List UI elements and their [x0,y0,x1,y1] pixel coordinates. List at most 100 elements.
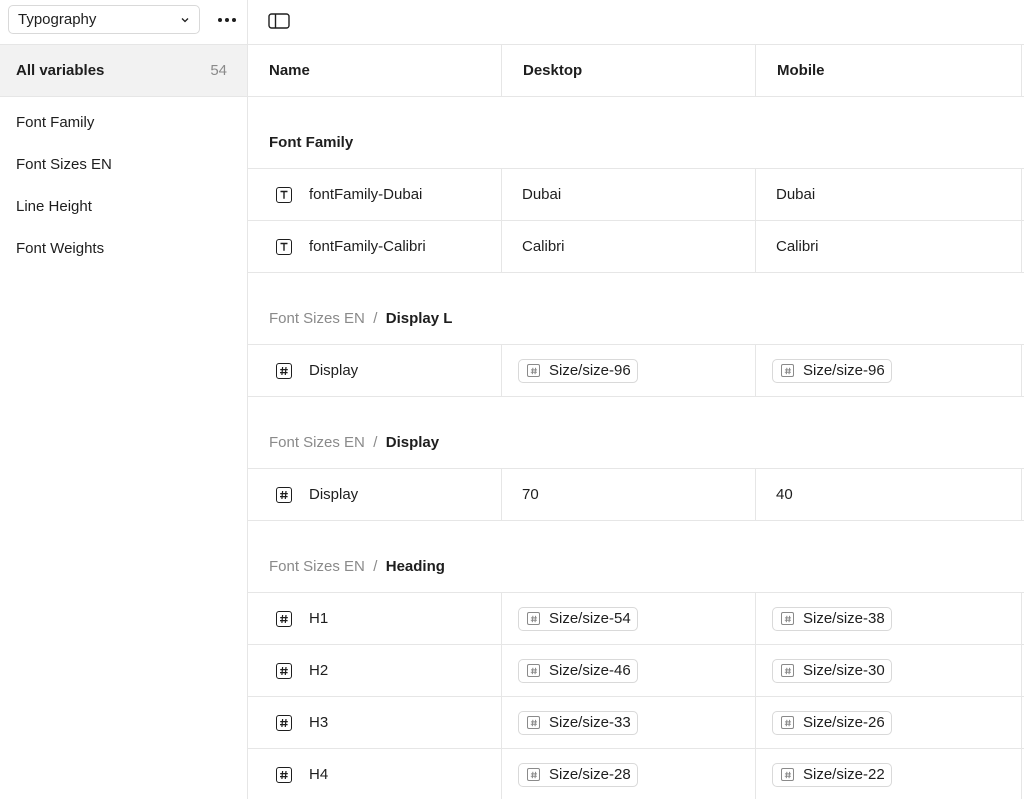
table-row[interactable]: Display 70 40 [248,469,1024,521]
table-row[interactable]: H1 Size/size-54 Size/size-38 [248,593,1024,645]
group-path-separator: / [369,310,382,327]
variables-table-area: Name Desktop Mobile Font Family fontFami… [248,0,1024,799]
all-variables-count: 54 [210,62,227,79]
more-horizontal-icon [218,18,222,22]
alias-label: Size/size-96 [549,362,631,379]
group-header-display-l: Font Sizes EN / Display L [248,273,1024,345]
more-dot [232,18,236,22]
alias-pill[interactable]: Size/size-46 [518,658,638,683]
alias-label: Size/size-46 [549,662,631,679]
alias-label: Size/size-22 [803,766,885,783]
mobile-value-cell[interactable]: Dubai [756,169,1022,220]
toolbar [248,0,1024,45]
mobile-value: Calibri [776,238,819,255]
desktop-value-cell[interactable]: Dubai [502,169,756,220]
mobile-value-cell[interactable]: Size/size-96 [756,345,1022,396]
desktop-value-cell[interactable]: Size/size-33 [502,697,756,748]
group-path-prefix: Font Sizes EN [269,310,365,327]
variables-panel: Typography All variables 54 Font Family … [0,0,1024,799]
column-header-mobile[interactable]: Mobile [756,45,1022,96]
desktop-value-cell[interactable]: Size/size-96 [502,345,756,396]
sidebar-item-line-height[interactable]: Line Height [0,185,247,227]
variable-name-cell[interactable]: fontFamily-Dubai [248,169,502,220]
mobile-value: Dubai [776,186,816,203]
desktop-value-cell[interactable]: Size/size-54 [502,593,756,644]
group-header-heading: Font Sizes EN / Heading [248,521,1024,593]
column-header-name[interactable]: Name [248,45,502,96]
group-path-prefix: Font Sizes EN [269,434,365,451]
toggle-sidebar-button[interactable] [267,11,291,31]
sidebar-item-font-sizes-en[interactable]: Font Sizes EN [0,143,247,185]
variable-name-cell[interactable]: H2 [248,645,502,696]
variable-name-cell[interactable]: Display [248,345,502,396]
alias-label: Size/size-30 [803,662,885,679]
number-type-icon [276,610,292,627]
alias-pill[interactable]: Size/size-96 [772,358,892,383]
mobile-value-cell[interactable]: Calibri [756,221,1022,272]
column-header-desktop[interactable]: Desktop [502,45,756,96]
table-row[interactable]: H2 Size/size-46 Size/size-30 [248,645,1024,697]
number-type-icon [276,766,292,783]
number-alias-icon [781,664,794,677]
alias-pill[interactable]: Size/size-22 [772,762,892,787]
table-row[interactable]: H3 Size/size-33 Size/size-26 [248,697,1024,749]
more-options-button[interactable] [213,10,241,30]
group-name: Display L [385,310,453,327]
number-alias-icon [527,364,540,377]
group-title: Font Sizes EN / Display L [269,310,452,327]
table-row[interactable]: Display Size/size-96 Size/size-96 [248,345,1024,397]
sidebar-header: Typography [0,0,247,45]
collection-dropdown[interactable]: Typography [8,5,200,34]
desktop-value-cell[interactable]: Size/size-28 [502,749,756,799]
desktop-value: Calibri [522,238,565,255]
number-alias-icon [527,664,540,677]
alias-pill[interactable]: Size/size-38 [772,606,892,631]
sidebar-item-font-family[interactable]: Font Family [0,101,247,143]
alias-pill[interactable]: Size/size-26 [772,710,892,735]
variables-sidebar: Typography All variables 54 Font Family … [0,0,248,799]
sidebar-item-font-weights[interactable]: Font Weights [0,227,247,269]
desktop-value: Dubai [522,186,562,203]
alias-label: Size/size-54 [549,610,631,627]
number-alias-icon [781,612,794,625]
variable-name-cell[interactable]: H3 [248,697,502,748]
desktop-value-cell[interactable]: 70 [502,469,756,520]
alias-pill[interactable]: Size/size-33 [518,710,638,735]
collection-name: Typography [18,11,97,28]
mobile-value-cell[interactable]: 40 [756,469,1022,520]
variable-name-cell[interactable]: H4 [248,749,502,799]
number-type-icon [276,362,292,379]
variable-name: H4 [309,766,329,783]
number-type-icon [276,662,292,679]
group-path-separator: / [369,558,382,575]
table-row[interactable]: fontFamily-Calibri Calibri Calibri [248,221,1024,273]
mobile-value-cell[interactable]: Size/size-30 [756,645,1022,696]
number-alias-icon [527,612,540,625]
variable-name: fontFamily-Calibri [309,238,426,255]
alias-pill[interactable]: Size/size-30 [772,658,892,683]
alias-pill[interactable]: Size/size-96 [518,358,638,383]
variable-name-cell[interactable]: Display [248,469,502,520]
alias-pill[interactable]: Size/size-54 [518,606,638,631]
number-alias-icon [527,768,540,781]
variable-name-cell[interactable]: H1 [248,593,502,644]
group-path-separator: / [369,434,382,451]
variable-name: H1 [309,610,329,627]
mobile-value-cell[interactable]: Size/size-22 [756,749,1022,799]
alias-pill[interactable]: Size/size-28 [518,762,638,787]
table-row[interactable]: fontFamily-Dubai Dubai Dubai [248,169,1024,221]
mobile-value: 40 [776,486,793,503]
variable-name: H3 [309,714,329,731]
alias-label: Size/size-38 [803,610,885,627]
table-row[interactable]: H4 Size/size-28 Size/size-22 [248,749,1024,799]
group-name: Font Family [269,134,354,151]
desktop-value-cell[interactable]: Calibri [502,221,756,272]
mobile-value-cell[interactable]: Size/size-26 [756,697,1022,748]
number-alias-icon [527,716,540,729]
desktop-value-cell[interactable]: Size/size-46 [502,645,756,696]
mobile-value-cell[interactable]: Size/size-38 [756,593,1022,644]
variable-name-cell[interactable]: fontFamily-Calibri [248,221,502,272]
all-variables-item[interactable]: All variables 54 [0,45,247,97]
group-list: Font Family Font Sizes EN Line Height Fo… [0,101,247,269]
desktop-value: 70 [522,486,539,503]
